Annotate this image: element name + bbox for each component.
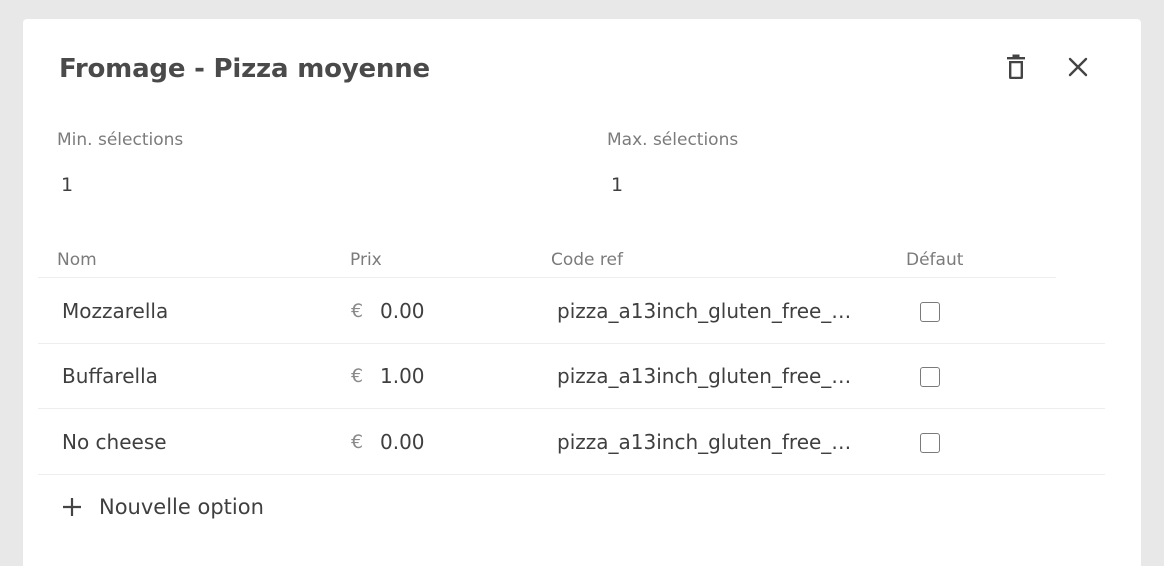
option-name[interactable]: No cheese: [62, 410, 167, 475]
currency-symbol: €: [351, 431, 364, 453]
currency-symbol: €: [351, 300, 364, 322]
column-header-name: Nom: [57, 250, 97, 270]
currency-symbol: €: [351, 365, 364, 387]
column-header-price: Prix: [350, 250, 382, 270]
option-name[interactable]: Buffarella: [62, 344, 158, 409]
delete-button[interactable]: [1000, 51, 1032, 83]
row-divider: [38, 408, 1105, 409]
default-checkbox[interactable]: [920, 367, 940, 387]
option-price[interactable]: 0.00: [380, 279, 425, 344]
option-price[interactable]: 1.00: [380, 344, 425, 409]
row-divider: [38, 474, 1105, 475]
option-price[interactable]: 0.00: [380, 410, 425, 475]
add-option-button[interactable]: Nouvelle option: [61, 489, 264, 525]
default-checkbox[interactable]: [920, 302, 940, 322]
table-row: Buffarella € 1.00 pizza_a13inch_gluten_f…: [38, 344, 1105, 409]
default-checkbox[interactable]: [920, 433, 940, 453]
close-icon: [1068, 57, 1088, 77]
option-code-ref[interactable]: pizza_a13inch_gluten_free_…: [557, 279, 869, 344]
option-code-ref[interactable]: pizza_a13inch_gluten_free_…: [557, 410, 869, 475]
option-group-dialog: Fromage - Pizza moyenne Min. sélections …: [23, 19, 1141, 566]
min-selections-label: Min. sélections: [57, 130, 184, 150]
table-header-divider: [38, 277, 1056, 278]
table-row: Mozzarella € 0.00 pizza_a13inch_gluten_f…: [38, 279, 1105, 344]
option-code-ref[interactable]: pizza_a13inch_gluten_free_…: [557, 344, 869, 409]
min-selections-input[interactable]: [61, 174, 261, 196]
column-header-code-ref: Code ref: [551, 250, 623, 270]
table-row: No cheese € 0.00 pizza_a13inch_gluten_fr…: [38, 410, 1105, 475]
column-header-default: Défaut: [906, 250, 964, 270]
add-option-label: Nouvelle option: [99, 495, 264, 519]
trash-icon: [1007, 54, 1025, 79]
plus-icon: [63, 498, 81, 516]
max-selections-input[interactable]: [611, 174, 811, 196]
close-button[interactable]: [1062, 51, 1094, 83]
option-name[interactable]: Mozzarella: [62, 279, 168, 344]
dialog-title: Fromage - Pizza moyenne: [59, 54, 430, 84]
max-selections-label: Max. sélections: [607, 130, 739, 150]
